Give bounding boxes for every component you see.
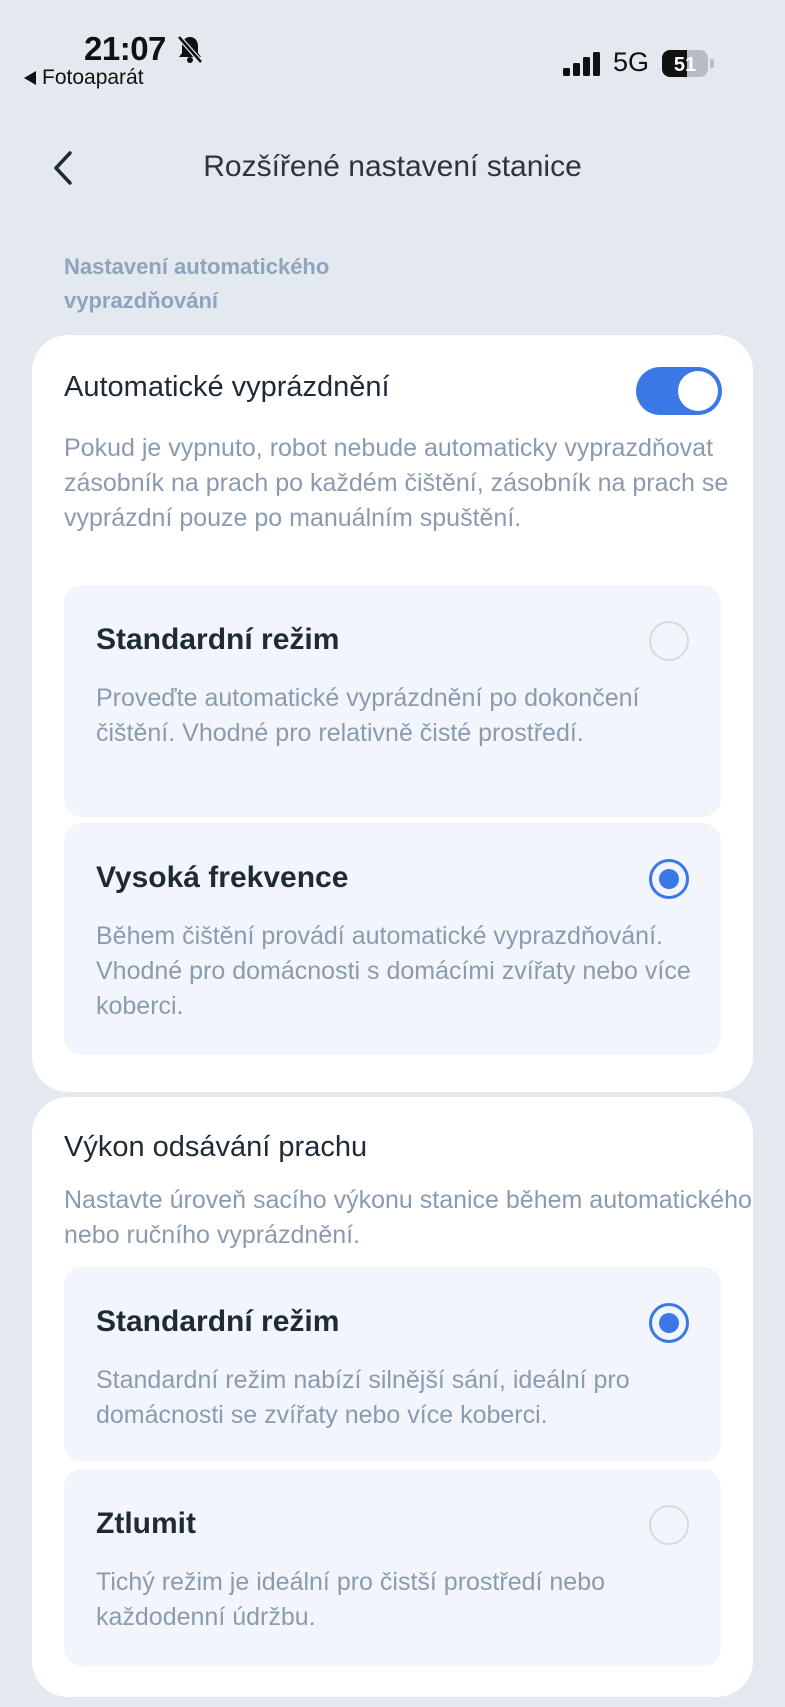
option-description: Proveďte automatické vyprázdnění po doko… <box>96 684 640 747</box>
option-description: Během čištění provádí automatické vypraz… <box>96 922 691 1020</box>
network-type: 5G <box>613 47 650 77</box>
suction-option-mute[interactable]: Ztlumit Tichý režim je ideální pro čistš… <box>64 1469 721 1666</box>
option-title: Ztlumit <box>96 1507 196 1540</box>
suction-power-description: Nastavte úroveň sacího výkonu stanice bě… <box>64 1186 752 1249</box>
auto-empty-toggle[interactable] <box>636 367 722 415</box>
option-title: Standardní režim <box>96 1305 340 1338</box>
bell-muted-icon <box>177 35 203 64</box>
back-app-label: Fotoaparát <box>42 66 144 89</box>
cellular-signal-icon <box>563 52 600 76</box>
page-title: Rozšířené nastavení stanice <box>203 150 582 183</box>
option-radio[interactable] <box>649 1505 689 1545</box>
nav-header: Rozšířené nastavení stanice <box>0 110 785 210</box>
auto-empty-title: Automatické vyprázdnění <box>64 371 390 403</box>
auto-empty-option-standard[interactable]: Standardní režim Proveďte automatické vy… <box>64 585 721 817</box>
option-description: Standardní režim nabízí silnější sání, i… <box>96 1366 630 1429</box>
status-time: 21:07 <box>84 30 166 67</box>
option-title: Vysoká frekvence <box>96 861 349 894</box>
option-radio-selected[interactable] <box>649 859 689 899</box>
section-label: Nastavení automatického vyprazdňování <box>64 254 330 313</box>
option-title: Standardní režim <box>96 623 340 656</box>
suction-option-standard[interactable]: Standardní režim Standardní režim nabízí… <box>64 1267 721 1462</box>
option-description: Tichý režim je ideální pro čistší prostř… <box>96 1568 606 1631</box>
option-radio[interactable] <box>649 621 689 661</box>
back-triangle-icon <box>24 71 36 85</box>
status-bar: 21:07 Fotoaparát 5G 51 <box>0 0 785 110</box>
auto-empty-option-high-frequency[interactable]: Vysoká frekvence Během čištění provádí a… <box>64 823 721 1055</box>
auto-empty-card: Automatické vyprázdnění Pokud je vypnuto… <box>32 335 753 1092</box>
option-radio-selected[interactable] <box>649 1303 689 1343</box>
suction-power-title: Výkon odsávání prachu <box>64 1131 368 1163</box>
suction-power-card: Výkon odsávání prachu Nastavte úroveň sa… <box>32 1097 753 1697</box>
auto-empty-description: Pokud je vypnuto, robot nebude automatic… <box>64 434 729 532</box>
back-to-app-link[interactable]: Fotoaparát <box>24 66 144 90</box>
battery-icon: 51 <box>662 50 714 77</box>
toggle-knob <box>678 371 718 411</box>
battery-level: 51 <box>674 54 696 76</box>
